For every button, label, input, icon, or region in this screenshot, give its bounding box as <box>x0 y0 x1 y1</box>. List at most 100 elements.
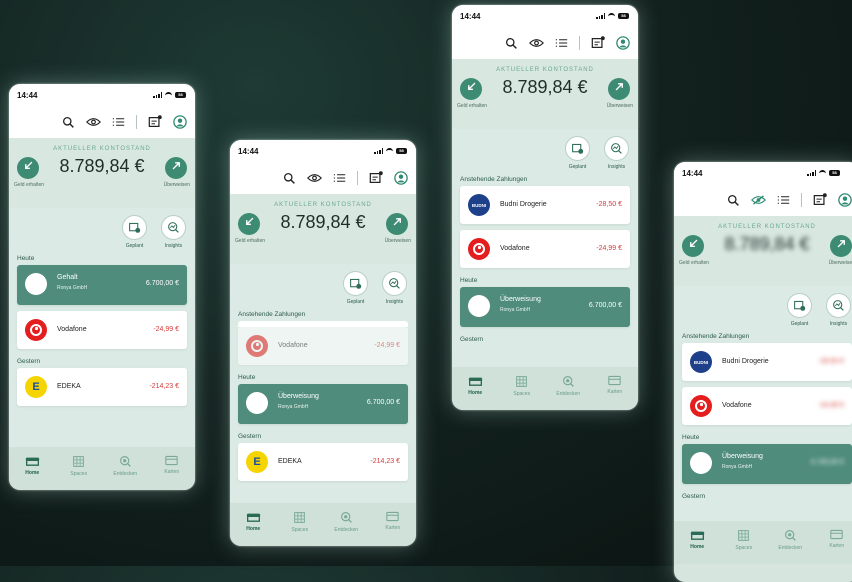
tab-spaces[interactable]: Spaces <box>59 455 99 477</box>
transfer-button[interactable] <box>386 213 408 235</box>
tab-entdecken[interactable]: Entdecken <box>548 375 588 397</box>
transaction-amount: -214,23 € <box>370 458 400 465</box>
toolbar-divider <box>579 36 580 50</box>
profile-icon[interactable] <box>173 115 187 129</box>
card-icon <box>608 375 621 386</box>
insights-button[interactable]: Insights <box>826 293 851 330</box>
transaction-row[interactable]: BUDNI Budni Drogerie -28,50 € <box>682 343 852 381</box>
planned-label: Geplant <box>790 321 809 327</box>
transaction-amount: 6.700,00 € <box>366 399 400 406</box>
transaction-row[interactable]: Überweisung Ronya GmbH 6.700,00 € <box>238 384 408 424</box>
discover-icon <box>119 455 132 468</box>
messages-icon[interactable] <box>813 193 827 207</box>
search-icon[interactable] <box>505 37 518 50</box>
receive-money-label: Geld erhalten <box>679 260 710 266</box>
tab-spaces[interactable]: Spaces <box>280 511 320 533</box>
wifi-icon <box>386 148 393 154</box>
tab-spaces[interactable]: Spaces <box>502 375 542 397</box>
transaction-row[interactable]: BUDNI Budni Drogerie -28,50 € <box>460 186 630 224</box>
bottom-tab-bar: Home Spaces Entdecken Karten <box>9 447 195 490</box>
planned-button[interactable]: Geplant <box>343 271 368 308</box>
tab-entdecken[interactable]: Entdecken <box>770 529 810 551</box>
transaction-row[interactable]: Gehalt Ronya GmbH 6.700,00 € <box>17 265 187 305</box>
battery-icon: 58 <box>396 148 407 154</box>
insights-button[interactable]: Insights <box>604 136 629 173</box>
wifi-icon <box>608 13 615 19</box>
transfer-button[interactable] <box>608 78 630 100</box>
edeka-logo-icon: E <box>25 376 47 398</box>
tab-home[interactable]: Home <box>12 455 52 476</box>
discover-icon <box>340 511 353 524</box>
arrow-down-left-icon <box>23 160 34 171</box>
tab-home[interactable]: Home <box>233 511 273 532</box>
eye-icon[interactable] <box>86 117 101 127</box>
transaction-sub: Ronya GmbH <box>57 285 88 291</box>
edeka-logo-icon: E <box>246 451 268 473</box>
eye-off-icon[interactable] <box>751 195 766 205</box>
tab-karten[interactable]: Karten <box>817 529 852 549</box>
messages-icon[interactable] <box>369 171 383 185</box>
tab-karten[interactable]: Karten <box>152 455 192 475</box>
tab-home[interactable]: Home <box>455 375 495 396</box>
receive-money-button[interactable] <box>238 213 260 235</box>
search-icon[interactable] <box>62 116 75 129</box>
vodafone-logo-icon <box>690 395 712 417</box>
transaction-row[interactable]: E EDEKA -214,23 € <box>238 443 408 481</box>
profile-icon[interactable] <box>616 36 630 50</box>
transaction-row[interactable]: Vodafone -24,99 € <box>17 311 187 349</box>
insights-icon <box>167 221 180 234</box>
transaction-row[interactable]: Überweisung Ronya GmbH 6.700,00 € <box>460 287 630 327</box>
eye-icon[interactable] <box>529 38 544 48</box>
profile-icon[interactable] <box>838 193 852 207</box>
transaction-amount: 6.700,00 € <box>145 280 179 287</box>
receive-money-button[interactable] <box>17 157 39 179</box>
transaction-name: Vodafone <box>500 245 530 252</box>
transfer-label: Überweisen <box>606 103 633 109</box>
receive-money-button[interactable] <box>682 235 704 257</box>
transaction-row[interactable]: Überweisung Ronya GmbH 6.700,00 € <box>682 444 852 484</box>
status-bar: 14:44 58 <box>452 5 638 27</box>
eye-icon[interactable] <box>307 173 322 183</box>
phone-screen-4: 14:44 58 AKTUELLER KONTOSTAND 8.789,84 €… <box>674 162 852 582</box>
tab-karten[interactable]: Karten <box>595 375 635 395</box>
messages-icon[interactable] <box>148 115 162 129</box>
profile-icon[interactable] <box>394 171 408 185</box>
transaction-row[interactable]: Vodafone -24,99 € <box>238 327 408 365</box>
transfer-button[interactable] <box>830 235 852 257</box>
transaction-name: Überweisung <box>722 453 763 460</box>
planned-button[interactable]: Geplant <box>787 293 812 330</box>
transaction-amount: -214,23 € <box>149 383 179 390</box>
section-today: Heute <box>238 374 256 381</box>
transaction-row[interactable]: E EDEKA -214,23 € <box>17 368 187 406</box>
insights-button[interactable]: Insights <box>161 215 186 252</box>
messages-icon[interactable] <box>591 36 605 50</box>
tab-home[interactable]: Home <box>677 529 717 550</box>
search-icon[interactable] <box>283 172 296 185</box>
search-icon[interactable] <box>727 194 740 207</box>
insights-button[interactable]: Insights <box>382 271 407 308</box>
tab-spaces[interactable]: Spaces <box>724 529 764 551</box>
transaction-row[interactable]: Vodafone -24,99 € <box>682 387 852 425</box>
transaction-row[interactable]: Vodafone -24,99 € <box>460 230 630 268</box>
list-icon[interactable] <box>777 195 790 205</box>
planned-button[interactable]: Geplant <box>122 215 147 252</box>
list-icon[interactable] <box>333 173 346 183</box>
balance-panel: AKTUELLER KONTOSTAND 8.789,84 € Geld erh… <box>9 138 195 208</box>
arrow-down-left-icon <box>690 452 712 474</box>
transaction-amount-hidden: -24,99 € <box>818 402 844 409</box>
section-pending: Anstehende Zahlungen <box>238 311 306 318</box>
receive-money-button[interactable] <box>460 78 482 100</box>
tab-karten[interactable]: Karten <box>373 511 413 531</box>
card-icon <box>386 511 399 522</box>
spaces-icon <box>737 529 750 542</box>
transfer-label: Überweisen <box>163 182 190 188</box>
status-time: 14:44 <box>460 12 481 21</box>
list-icon[interactable] <box>112 117 125 127</box>
planned-label: Geplant <box>346 299 365 305</box>
transaction-name: Budni Drogerie <box>500 201 547 208</box>
list-icon[interactable] <box>555 38 568 48</box>
tab-entdecken[interactable]: Entdecken <box>326 511 366 533</box>
tab-entdecken[interactable]: Entdecken <box>105 455 145 477</box>
planned-button[interactable]: Geplant <box>565 136 590 173</box>
transfer-button[interactable] <box>165 157 187 179</box>
